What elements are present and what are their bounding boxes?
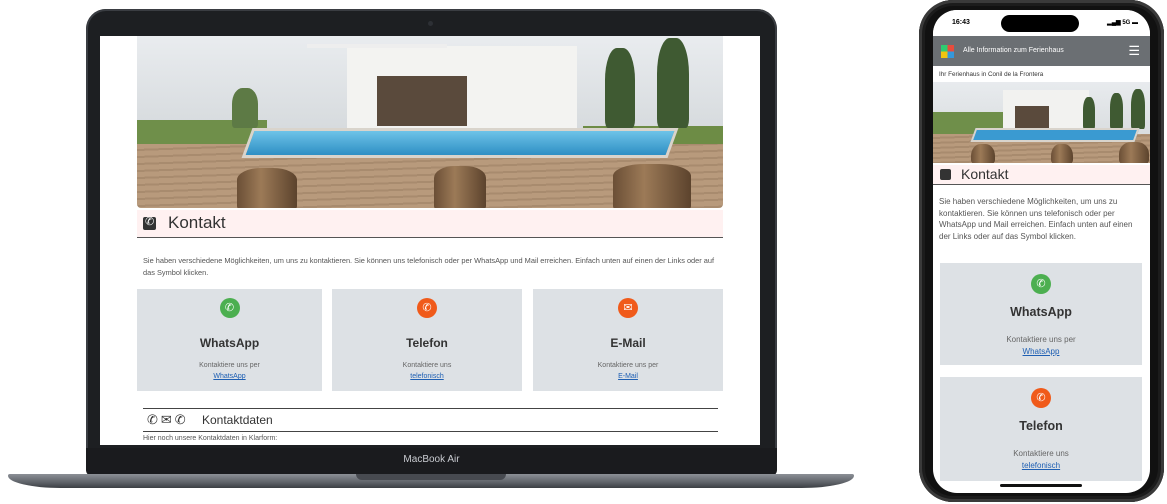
phone-square-icon — [143, 215, 156, 230]
camera-icon — [428, 21, 433, 26]
phone-screen: 16:43 ▂▄▆ 5G ▬ Alle Information zum Feri… — [933, 10, 1150, 493]
card-text: Kontaktiere uns per — [597, 362, 659, 369]
card-title: WhatsApp — [1010, 305, 1072, 319]
hero-image — [137, 36, 723, 208]
phone-square-icon — [940, 169, 951, 180]
kontakt-header: Kontakt — [137, 210, 723, 238]
status-signal: ▂▄▆ 5G ▬ — [1107, 20, 1138, 26]
laptop-notch — [356, 474, 506, 480]
kontaktdaten-title: Kontaktdaten — [202, 413, 273, 427]
card-email[interactable]: ✉ E-Mail Kontaktiere uns per E-Mail — [533, 289, 723, 391]
phone-icon[interactable]: ✆ — [1031, 388, 1051, 408]
intro-text: Sie haben verschiedene Möglichkeiten, um… — [143, 256, 715, 277]
phone-card-telefon[interactable]: ✆ Telefon Kontaktiere uns telefonisch — [940, 377, 1142, 481]
telefon-link[interactable]: telefonisch — [332, 373, 522, 380]
kontaktdaten-header: ✆✉✆ Kontaktdaten — [143, 410, 718, 432]
card-telefon[interactable]: ✆ Telefon Kontaktiere uns telefonisch — [332, 289, 522, 391]
kontakt-title: Kontakt — [168, 213, 226, 232]
logo-icon[interactable] — [941, 45, 954, 58]
phone-intro-text: Sie haben verschiedene Möglichkeiten, um… — [939, 197, 1133, 241]
whatsapp-link[interactable]: WhatsApp — [137, 373, 322, 380]
phone-kontakt-title: Kontakt — [961, 166, 1009, 182]
mail-icon[interactable]: ✉ — [618, 298, 638, 318]
phone-card-whatsapp[interactable]: ✆ WhatsApp Kontaktiere uns per WhatsApp — [940, 263, 1142, 365]
phone-icon[interactable]: ✆ — [417, 298, 437, 318]
phone-navbar: Alle Information zum Ferienhaus ☰ — [933, 36, 1150, 66]
status-bar: 16:43 ▂▄▆ 5G ▬ — [933, 10, 1150, 36]
laptop-screen: Kontakt Sie haben verschiedene Möglichke… — [100, 36, 760, 445]
phone-kontakt-header: Kontakt — [933, 165, 1150, 185]
dynamic-island — [1001, 15, 1079, 32]
kontaktdaten-text: Hier noch unsere Kontaktdaten in Klarfor… — [143, 435, 278, 442]
whatsapp-link[interactable]: WhatsApp — [940, 347, 1142, 356]
card-title: Telefon — [1019, 419, 1063, 433]
whatsapp-icon[interactable]: ✆ — [1031, 274, 1051, 294]
card-title: WhatsApp — [199, 336, 260, 350]
phone-hero-image — [933, 82, 1150, 163]
card-title: Telefon — [406, 336, 448, 350]
card-whatsapp[interactable]: ✆ WhatsApp Kontaktiere uns per WhatsApp — [137, 289, 322, 391]
divider — [143, 408, 718, 409]
whatsapp-icon[interactable]: ✆ — [219, 298, 240, 318]
contact-icons: ✆✉✆ — [147, 412, 189, 427]
email-link[interactable]: E-Mail — [533, 373, 723, 380]
hamburger-menu-icon[interactable]: ☰ — [1128, 43, 1140, 59]
home-indicator[interactable] — [1000, 484, 1082, 487]
laptop-brand: MacBook Air — [403, 454, 460, 465]
card-text: Kontaktiere uns — [1013, 449, 1069, 458]
phone-subtitle: Ihr Ferienhaus in Conil de la Frontera — [939, 71, 1044, 78]
telefon-link[interactable]: telefonisch — [940, 461, 1142, 470]
card-title: E-Mail — [610, 336, 646, 350]
phone-frame: 16:43 ▂▄▆ 5G ▬ Alle Information zum Feri… — [919, 0, 1164, 502]
card-text: Kontaktiere uns — [402, 362, 452, 369]
nav-title[interactable]: Alle Information zum Ferienhaus — [963, 47, 1064, 54]
signal-label: 5G — [1122, 20, 1131, 26]
status-time: 16:43 — [952, 19, 970, 26]
laptop-chin: MacBook Air — [86, 448, 777, 476]
card-text: Kontaktiere uns per — [199, 362, 260, 369]
card-text: Kontaktiere uns per — [1006, 335, 1076, 344]
